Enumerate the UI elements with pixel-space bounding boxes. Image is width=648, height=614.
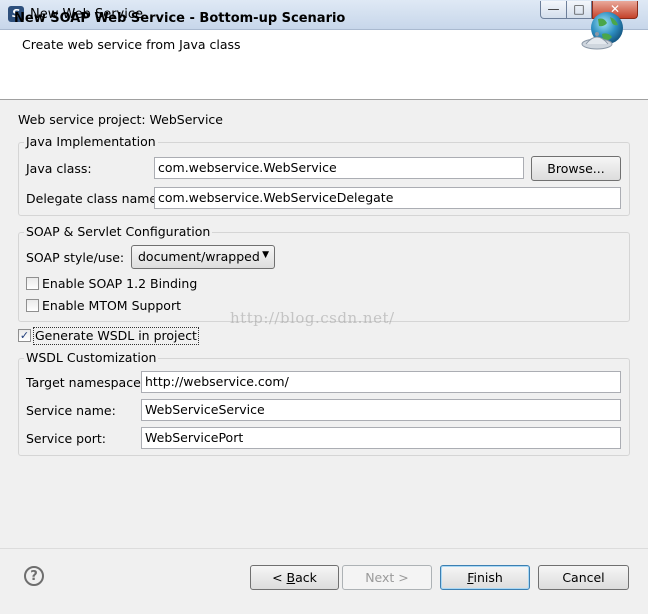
back-prefix: < bbox=[272, 570, 287, 585]
web-service-project-label: Web service project: WebService bbox=[18, 112, 223, 127]
mtom-label[interactable]: Enable MTOM Support bbox=[42, 298, 181, 313]
java-class-label: Java class: bbox=[26, 161, 92, 176]
delegate-class-label: Delegate class name: bbox=[26, 191, 162, 206]
soap12-checkbox[interactable] bbox=[26, 277, 39, 290]
wizard-title: New SOAP Web Service - Bottom-up Scenari… bbox=[14, 11, 346, 26]
soap-style-label: SOAP style/use: bbox=[26, 250, 125, 265]
service-port-label: Service port: bbox=[26, 431, 107, 446]
java-implementation-legend: Java Implementation bbox=[24, 134, 158, 149]
wsdl-customization-legend: WSDL Customization bbox=[24, 350, 159, 365]
watermark-text: http://blog.csdn.net/ bbox=[230, 309, 395, 327]
mtom-checkbox[interactable] bbox=[26, 299, 39, 312]
soap-servlet-legend: SOAP & Servlet Configuration bbox=[24, 224, 213, 239]
soap-style-value: document/wrapped bbox=[138, 249, 260, 264]
back-button[interactable]: < Back bbox=[250, 565, 339, 590]
soap12-label[interactable]: Enable SOAP 1.2 Binding bbox=[42, 276, 197, 291]
generate-wsdl-checkbox[interactable]: ✓ bbox=[18, 329, 31, 342]
delegate-class-input[interactable]: com.webservice.WebServiceDelegate bbox=[154, 187, 621, 209]
help-icon[interactable]: ? bbox=[24, 566, 44, 586]
generate-wsdl-label[interactable]: Generate WSDL in project bbox=[33, 327, 199, 345]
footer-separator bbox=[0, 548, 648, 549]
service-name-label: Service name: bbox=[26, 403, 116, 418]
cancel-button[interactable]: Cancel bbox=[538, 565, 629, 590]
service-name-input[interactable]: WebServiceService bbox=[141, 399, 621, 421]
minimize-button[interactable]: — bbox=[540, 1, 567, 19]
finish-button[interactable]: Finish bbox=[440, 565, 530, 590]
browse-button[interactable]: Browse... bbox=[531, 156, 621, 181]
soap-style-select[interactable]: document/wrapped ▼ bbox=[131, 245, 275, 269]
target-namespace-input[interactable]: http://webservice.com/ bbox=[141, 371, 621, 393]
wizard-description: Create web service from Java class bbox=[22, 37, 241, 52]
chevron-down-icon: ▼ bbox=[262, 250, 269, 260]
finish-rest: inish bbox=[473, 570, 503, 585]
next-button[interactable]: Next > bbox=[342, 565, 432, 590]
web-service-globe-icon bbox=[581, 12, 623, 50]
java-class-input[interactable]: com.webservice.WebService bbox=[154, 157, 524, 179]
back-rest: ack bbox=[295, 570, 317, 585]
back-mnemonic: B bbox=[286, 570, 296, 585]
target-namespace-label: Target namespace: bbox=[26, 375, 145, 390]
service-port-input[interactable]: WebServicePort bbox=[141, 427, 621, 449]
